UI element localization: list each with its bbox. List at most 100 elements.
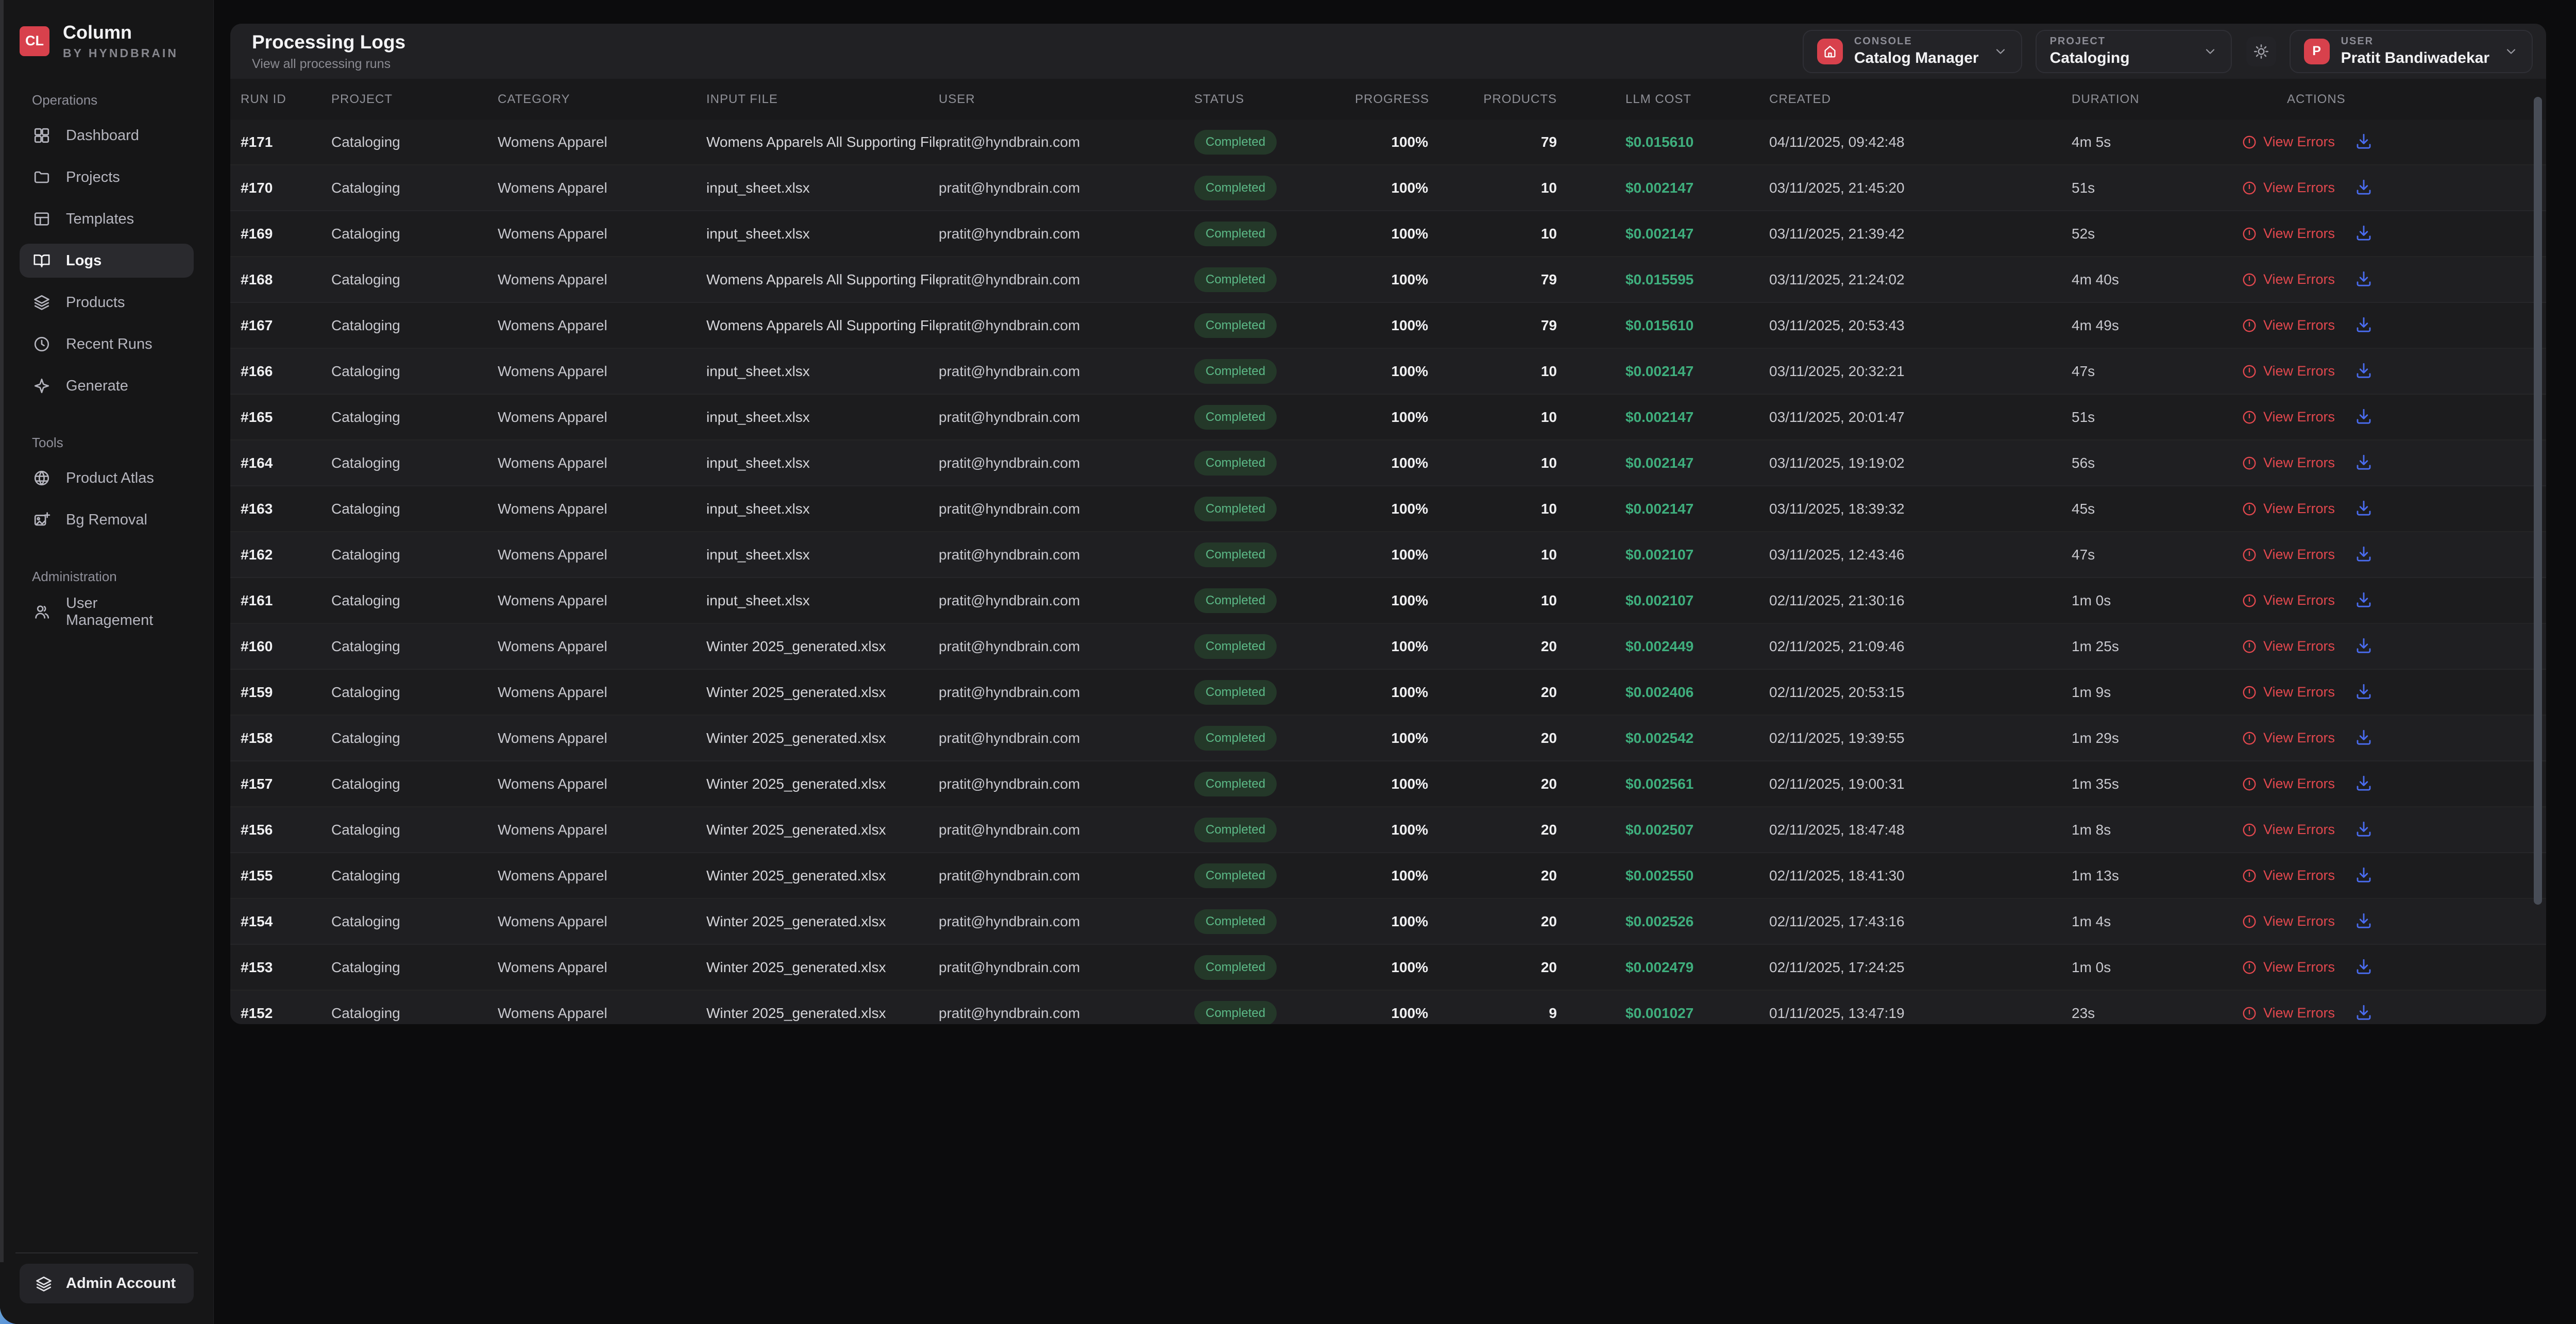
cell-actions: View Errors: [2242, 407, 2546, 427]
view-errors-button[interactable]: View Errors: [2242, 547, 2335, 563]
cell-input-file: input_sheet.xlsx: [706, 409, 939, 426]
view-errors-button[interactable]: View Errors: [2242, 409, 2335, 425]
status-badge: Completed: [1194, 313, 1277, 338]
view-errors-button[interactable]: View Errors: [2242, 638, 2335, 654]
view-errors-button[interactable]: View Errors: [2242, 959, 2335, 975]
sidebar-item-products[interactable]: Products: [20, 285, 194, 319]
nav-item-label: Bg Removal: [66, 512, 147, 529]
sidebar-item-bg-removal[interactable]: Bg Removal: [20, 503, 194, 537]
view-errors-label: View Errors: [2263, 592, 2335, 608]
cell-run-id: #169: [241, 226, 331, 242]
cell-products: 10: [1428, 409, 1557, 426]
admin-account-button[interactable]: Admin Account: [20, 1264, 194, 1303]
sidebar-item-product-atlas[interactable]: Product Atlas: [20, 461, 194, 495]
download-button[interactable]: [2354, 132, 2373, 152]
download-button[interactable]: [2354, 957, 2373, 977]
view-errors-label: View Errors: [2263, 363, 2335, 379]
view-errors-button[interactable]: View Errors: [2242, 868, 2335, 884]
user-menu[interactable]: P USER Pratit Bandiwadekar: [2290, 30, 2533, 73]
download-button[interactable]: [2354, 407, 2373, 427]
table-row: #163 Cataloging Womens Apparel input_she…: [230, 486, 2546, 532]
cell-input-file: Winter 2025_generated.xlsx: [706, 638, 939, 655]
download-button[interactable]: [2354, 361, 2373, 381]
cell-project: Cataloging: [331, 363, 498, 380]
status-badge: Completed: [1194, 909, 1277, 934]
view-errors-button[interactable]: View Errors: [2242, 501, 2335, 517]
download-button[interactable]: [2354, 499, 2373, 519]
cell-llm-cost: $0.002147: [1557, 409, 1769, 426]
view-errors-button[interactable]: View Errors: [2242, 317, 2335, 333]
download-button[interactable]: [2354, 1003, 2373, 1023]
table-row: #165 Cataloging Womens Apparel input_she…: [230, 395, 2546, 440]
download-button[interactable]: [2354, 820, 2373, 840]
cell-actions: View Errors: [2242, 1003, 2546, 1023]
cell-created: 03/11/2025, 21:45:20: [1769, 180, 2072, 196]
cell-project: Cataloging: [331, 455, 498, 471]
table-row: #170 Cataloging Womens Apparel input_she…: [230, 165, 2546, 211]
download-button[interactable]: [2354, 178, 2373, 198]
cell-project: Cataloging: [331, 180, 498, 196]
cell-user: pratit@hyndbrain.com: [939, 271, 1194, 288]
download-button[interactable]: [2354, 682, 2373, 702]
cell-llm-cost: $0.002107: [1557, 547, 1769, 563]
cell-run-id: #159: [241, 684, 331, 701]
view-errors-button[interactable]: View Errors: [2242, 684, 2335, 700]
view-errors-button[interactable]: View Errors: [2242, 180, 2335, 196]
download-button[interactable]: [2354, 545, 2373, 565]
view-errors-button[interactable]: View Errors: [2242, 730, 2335, 746]
cell-products: 79: [1428, 271, 1557, 288]
sidebar-item-user-management[interactable]: User Management: [20, 595, 194, 629]
project-selector[interactable]: PROJECT Cataloging: [2036, 30, 2232, 73]
download-button[interactable]: [2354, 911, 2373, 931]
sidebar-item-logs[interactable]: Logs: [20, 244, 194, 278]
cell-category: Womens Apparel: [498, 501, 706, 517]
download-button[interactable]: [2354, 315, 2373, 335]
view-errors-button[interactable]: View Errors: [2242, 776, 2335, 792]
cell-user: pratit@hyndbrain.com: [939, 1005, 1194, 1022]
cell-created: 02/11/2025, 21:30:16: [1769, 592, 2072, 609]
download-button[interactable]: [2354, 636, 2373, 656]
sidebar-item-generate[interactable]: Generate: [20, 369, 194, 403]
alert-circle-icon: [2242, 731, 2257, 746]
download-button[interactable]: [2354, 269, 2373, 290]
view-errors-button[interactable]: View Errors: [2242, 455, 2335, 471]
cell-products: 20: [1428, 868, 1557, 884]
main-area: Processing Logs View all processing runs…: [214, 0, 2576, 1324]
cell-category: Womens Apparel: [498, 776, 706, 792]
view-errors-button[interactable]: View Errors: [2242, 226, 2335, 242]
table-row: #166 Cataloging Womens Apparel input_she…: [230, 349, 2546, 395]
view-errors-button[interactable]: View Errors: [2242, 363, 2335, 379]
download-button[interactable]: [2354, 224, 2373, 244]
download-button[interactable]: [2354, 590, 2373, 610]
cell-duration: 1m 9s: [2072, 684, 2242, 701]
view-errors-button[interactable]: View Errors: [2242, 134, 2335, 150]
theme-toggle-button[interactable]: [2246, 37, 2276, 66]
view-errors-button[interactable]: View Errors: [2242, 822, 2335, 838]
cell-user: pratit@hyndbrain.com: [939, 547, 1194, 563]
download-button[interactable]: [2354, 774, 2373, 794]
view-errors-button[interactable]: View Errors: [2242, 592, 2335, 608]
download-button[interactable]: [2354, 453, 2373, 473]
table-scrollbar[interactable]: [2534, 97, 2542, 905]
sidebar-item-recent-runs[interactable]: Recent Runs: [20, 327, 194, 361]
sidebar-item-templates[interactable]: Templates: [20, 202, 194, 236]
view-errors-button[interactable]: View Errors: [2242, 1005, 2335, 1021]
cell-progress: 100%: [1355, 868, 1428, 884]
sidebar-item-projects[interactable]: Projects: [20, 160, 194, 194]
cell-llm-cost: $0.002147: [1557, 363, 1769, 380]
cell-llm-cost: $0.015610: [1557, 134, 1769, 150]
console-selector[interactable]: CONSOLE Catalog Manager: [1803, 30, 2022, 73]
cell-actions: View Errors: [2242, 728, 2546, 748]
table-row: #153 Cataloging Womens Apparel Winter 20…: [230, 945, 2546, 991]
sidebar-item-dashboard[interactable]: Dashboard: [20, 118, 194, 152]
cell-actions: View Errors: [2242, 453, 2546, 473]
chevron-down-icon: [1993, 44, 2008, 59]
download-button[interactable]: [2354, 728, 2373, 748]
view-errors-button[interactable]: View Errors: [2242, 913, 2335, 929]
cell-run-id: #164: [241, 455, 331, 471]
console-icon-box: [1817, 39, 1843, 64]
download-button[interactable]: [2354, 865, 2373, 886]
cell-duration: 45s: [2072, 501, 2242, 517]
download-icon: [2354, 728, 2373, 746]
view-errors-button[interactable]: View Errors: [2242, 271, 2335, 287]
